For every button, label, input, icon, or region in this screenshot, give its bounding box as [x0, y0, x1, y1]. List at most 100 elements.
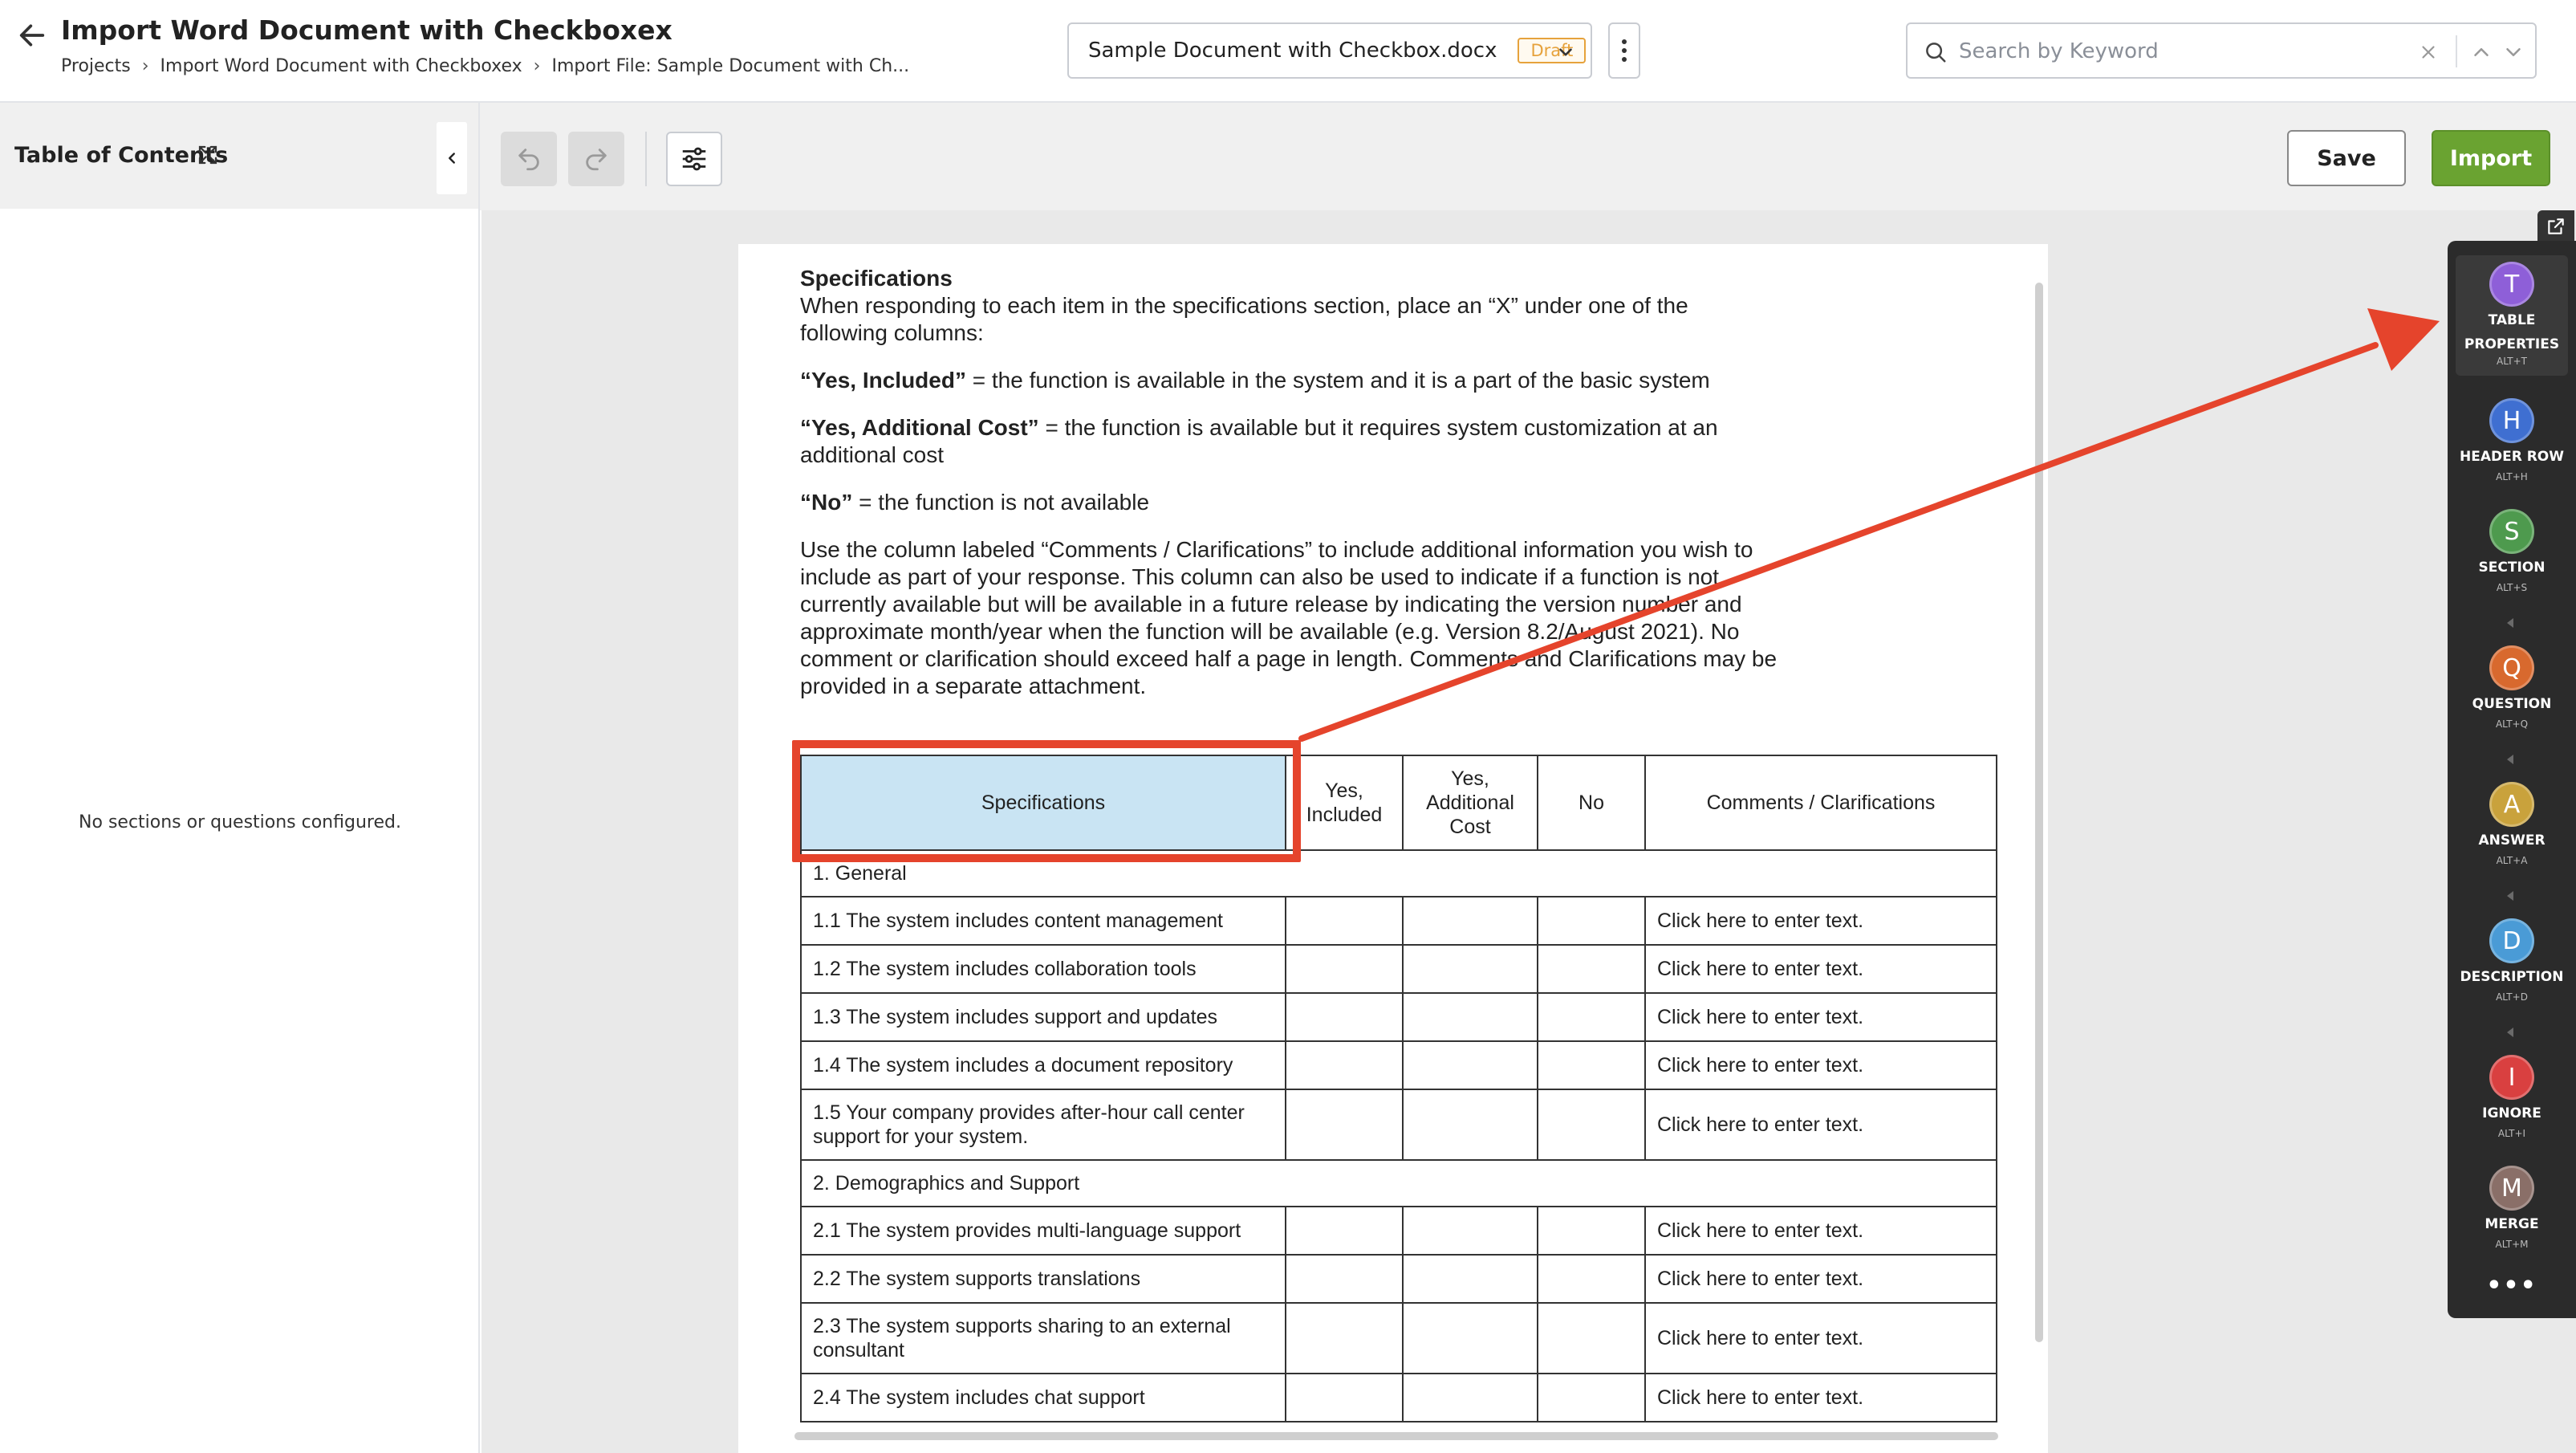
- settings-sliders-button[interactable]: [666, 132, 722, 186]
- yes-included-cell[interactable]: [1285, 1040, 1404, 1090]
- comment-cell[interactable]: Click here to enter text.: [1644, 1254, 1997, 1304]
- spec-cell[interactable]: 1.1 The system includes content manageme…: [800, 896, 1286, 946]
- table-row[interactable]: 2.2 The system supports translations Clic…: [800, 1254, 1997, 1304]
- back-arrow-icon[interactable]: [16, 19, 48, 51]
- breadcrumb-projects[interactable]: Projects: [61, 56, 131, 76]
- table-row[interactable]: 2.4 The system includes chat support Clic…: [800, 1373, 1997, 1422]
- rail-label: PROPERTIES: [2464, 336, 2560, 352]
- yes-additional-cost-cell[interactable]: [1402, 1302, 1538, 1374]
- rail-item-ignore[interactable]: I IGNORE ALT+I: [2448, 1055, 2576, 1140]
- breadcrumb-project[interactable]: Import Word Document with Checkboxex: [160, 56, 522, 76]
- yes-included-cell[interactable]: [1285, 1373, 1404, 1422]
- comment-cell[interactable]: Click here to enter text.: [1644, 1373, 1997, 1422]
- comment-cell[interactable]: Click here to enter text.: [1644, 1089, 1997, 1161]
- spec-cell[interactable]: 2.1 The system provides multi-language s…: [800, 1206, 1286, 1256]
- rail-item-table-properties[interactable]: T TABLE PROPERTIES ALT+T: [2456, 255, 2568, 376]
- rail-item-header-row[interactable]: H HEADER ROW ALT+H: [2448, 398, 2576, 483]
- undo-button[interactable]: [501, 132, 557, 186]
- toolbar-divider: [645, 132, 647, 186]
- yes-additional-cost-cell[interactable]: [1402, 1373, 1538, 1422]
- yes-included-cell[interactable]: [1285, 1089, 1404, 1161]
- rail-item-question[interactable]: Q QUESTION ALT+Q: [2448, 645, 2576, 731]
- no-cell[interactable]: [1537, 1373, 1646, 1422]
- clear-icon[interactable]: [2418, 42, 2439, 63]
- no-cell[interactable]: [1537, 1302, 1646, 1374]
- no-cell[interactable]: [1537, 1089, 1646, 1161]
- table-row[interactable]: 1.1 The system includes content manageme…: [800, 896, 1997, 946]
- yes-additional-cost-cell[interactable]: [1402, 1089, 1538, 1161]
- spec-cell[interactable]: 2.4 The system includes chat support: [800, 1373, 1286, 1422]
- comment-cell[interactable]: Click here to enter text.: [1644, 992, 1997, 1042]
- redo-button[interactable]: [568, 132, 624, 186]
- header-cell-yes-additional-cost[interactable]: Yes, Additional Cost: [1402, 755, 1538, 851]
- yes-additional-cost-cell[interactable]: [1402, 992, 1538, 1042]
- no-cell[interactable]: [1537, 1206, 1646, 1256]
- table-row[interactable]: 2.1 The system provides multi-language s…: [800, 1206, 1997, 1256]
- table-row[interactable]: 2.3 The system supports sharing to an ex…: [800, 1302, 1997, 1374]
- yes-included-cell[interactable]: [1285, 944, 1404, 994]
- horizontal-scrollbar[interactable]: [794, 1432, 1998, 1440]
- page-title: Import Word Document with Checkboxex: [61, 14, 672, 46]
- yes-additional-cost-cell[interactable]: [1402, 1254, 1538, 1304]
- rail-label: ANSWER: [2478, 832, 2546, 849]
- spec-cell[interactable]: 1.2 The system includes collaboration to…: [800, 944, 1286, 994]
- spec-cell[interactable]: 2.3 The system supports sharing to an ex…: [800, 1302, 1286, 1374]
- header-cell-no[interactable]: No: [1537, 755, 1646, 851]
- spec-cell[interactable]: 1.5 Your company provides after-hour cal…: [800, 1089, 1286, 1161]
- table-row[interactable]: 1.4 The system includes a document repos…: [800, 1040, 1997, 1090]
- yes-additional-cost-cell[interactable]: [1402, 1040, 1538, 1090]
- yes-included-cell[interactable]: [1285, 896, 1404, 946]
- search-input[interactable]: [1959, 34, 2408, 69]
- yes-additional-cost-cell[interactable]: [1402, 896, 1538, 946]
- spec-cell[interactable]: 1.3 The system includes support and upda…: [800, 992, 1286, 1042]
- yes-additional-cost-cell[interactable]: [1402, 944, 1538, 994]
- rail-item-section[interactable]: S SECTION ALT+S: [2448, 509, 2576, 594]
- rail-item-description[interactable]: D DESCRIPTION ALT+D: [2448, 918, 2576, 1003]
- table-row[interactable]: 1.5 Your company provides after-hour cal…: [800, 1089, 1997, 1161]
- document-select[interactable]: Sample Document with Checkbox.docx Draft: [1067, 22, 1592, 79]
- more-icon[interactable]: •••: [2448, 1272, 2576, 1300]
- yes-included-cell[interactable]: [1285, 1206, 1404, 1256]
- table-row[interactable]: 1.2 The system includes collaboration to…: [800, 944, 1997, 994]
- comment-cell[interactable]: Click here to enter text.: [1644, 1040, 1997, 1090]
- import-button[interactable]: Import: [2432, 130, 2550, 186]
- comment-cell[interactable]: Click here to enter text.: [1644, 896, 1997, 946]
- no-cell[interactable]: [1537, 1254, 1646, 1304]
- toc-body: No sections or questions configured.: [0, 209, 480, 1453]
- popout-button[interactable]: [2537, 210, 2574, 242]
- spec-cell[interactable]: 2.2 The system supports translations: [800, 1254, 1286, 1304]
- comment-cell[interactable]: Click here to enter text.: [1644, 944, 1997, 994]
- more-options-button[interactable]: [1608, 22, 1640, 79]
- save-button[interactable]: Save: [2287, 130, 2406, 186]
- no-cell[interactable]: [1537, 896, 1646, 946]
- no-cell[interactable]: [1537, 1040, 1646, 1090]
- rail-label: QUESTION: [2472, 696, 2552, 712]
- no-cell[interactable]: [1537, 992, 1646, 1042]
- vertical-scrollbar[interactable]: [2035, 283, 2043, 1342]
- no-cell[interactable]: [1537, 944, 1646, 994]
- header-cell-yes-included[interactable]: Yes, Included: [1285, 755, 1404, 851]
- comment-cell[interactable]: Click here to enter text.: [1644, 1206, 1997, 1256]
- chevron-up-icon[interactable]: [2469, 40, 2493, 64]
- section-title[interactable]: 2. Demographics and Support: [800, 1159, 1997, 1207]
- yes-additional-cost-cell[interactable]: [1402, 1206, 1538, 1256]
- redo-icon: [586, 149, 607, 171]
- comment-cell[interactable]: Click here to enter text.: [1644, 1302, 1997, 1374]
- rail-item-merge[interactable]: M MERGE ALT+M: [2448, 1166, 2576, 1251]
- yes-included-cell[interactable]: [1285, 992, 1404, 1042]
- header-cell-comments[interactable]: Comments / Clarifications: [1644, 755, 1997, 851]
- spec-cell[interactable]: 1.4 The system includes a document repos…: [800, 1040, 1286, 1090]
- undo-icon: [518, 149, 539, 171]
- chevron-down-icon[interactable]: [1555, 42, 1576, 63]
- chevron-right-icon: ›: [533, 56, 541, 76]
- chevron-down-icon[interactable]: [2501, 40, 2525, 64]
- sliders-icon: [682, 147, 706, 171]
- yes-included-cell[interactable]: [1285, 1254, 1404, 1304]
- rail-item-answer[interactable]: A ANSWER ALT+A: [2448, 782, 2576, 867]
- table-row[interactable]: 1.3 The system includes support and upda…: [800, 992, 1997, 1042]
- expand-icon[interactable]: [196, 143, 220, 167]
- section-row[interactable]: 2. Demographics and Support: [800, 1159, 1997, 1207]
- tag-tool-rail: T TABLE PROPERTIES ALT+T H HEADER ROW AL…: [2448, 241, 2576, 1318]
- yes-included-cell[interactable]: [1285, 1302, 1404, 1374]
- collapse-panel-button[interactable]: [437, 122, 467, 194]
